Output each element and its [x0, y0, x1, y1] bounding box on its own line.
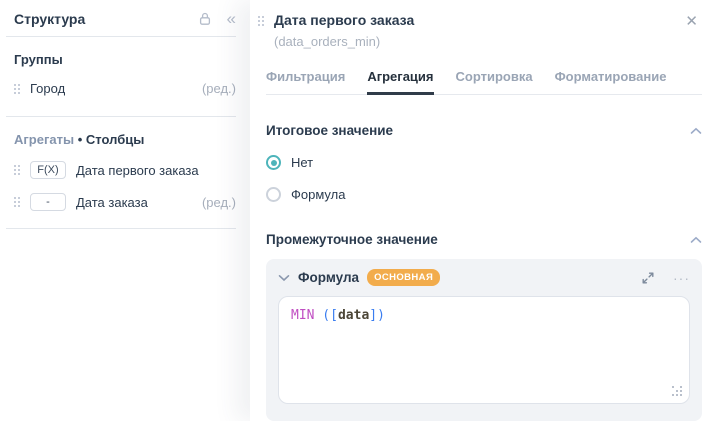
tab-filtration[interactable]: Фильтрация [266, 65, 345, 94]
drawer-title: Дата первого заказа [274, 12, 681, 28]
field-label: Город [30, 81, 65, 96]
expand-icon[interactable] [641, 271, 655, 285]
radio-option-formula[interactable]: Формула [266, 187, 702, 202]
aggregates-section-title: Агрегаты • Столбцы [0, 117, 250, 147]
chevron-down-icon[interactable] [278, 274, 290, 282]
separator-dot: • [78, 132, 83, 147]
chevron-up-icon[interactable] [690, 127, 702, 135]
drag-handle-icon[interactable] [14, 84, 20, 94]
list-item-gorod[interactable]: Город (ред.) [0, 67, 250, 96]
radio-selected-icon[interactable] [266, 155, 281, 170]
section-title: Итоговое значение [266, 123, 690, 138]
structure-sidebar: Структура « Группы Город (ред.) Агрегаты [0, 0, 250, 421]
more-options-icon[interactable]: ··· [673, 271, 690, 285]
sidebar-title: Структура [14, 11, 197, 27]
radio-unselected-icon[interactable] [266, 187, 281, 202]
radio-option-net[interactable]: Нет [266, 155, 702, 170]
drag-handle-icon[interactable] [14, 197, 20, 207]
code-function-token: MIN [291, 308, 314, 323]
lock-icon[interactable] [197, 11, 213, 27]
section-title: Промежуточное значение [266, 232, 690, 247]
code-close-bracket-token: ]) [369, 308, 385, 323]
formula-card-header: Формула ОСНОВНАЯ ··· [278, 269, 690, 286]
code-open-bracket-token: ([ [314, 308, 337, 323]
tab-aggregation[interactable]: Агрегация [367, 65, 433, 94]
columns-label: Столбцы [86, 132, 144, 147]
groups-section-title: Группы [0, 37, 250, 67]
chevron-up-icon[interactable] [690, 236, 702, 244]
settings-tabs: Фильтрация Агрегация Сортировка Форматир… [266, 65, 702, 95]
aggregation-type-badge[interactable]: F(X) [30, 161, 66, 179]
formula-code-line: MIN ([data]) [291, 308, 677, 323]
tab-formatting[interactable]: Форматирование [555, 65, 667, 94]
close-icon[interactable]: ✕ [681, 12, 702, 31]
radio-label: Формула [291, 187, 345, 202]
edit-link[interactable]: (ред.) [202, 195, 236, 210]
collapse-sidebar-icon[interactable]: « [227, 10, 236, 27]
dataset-field-editor: Структура « Группы Город (ред.) Агрегаты [0, 0, 718, 421]
radio-label: Нет [291, 155, 313, 170]
sidebar-header: Структура « [0, 0, 250, 36]
tab-sorting[interactable]: Сортировка [456, 65, 533, 94]
drag-handle-icon[interactable] [258, 16, 264, 26]
drawer-header: Дата первого заказа (data_orders_min) ✕ [256, 12, 702, 49]
list-item-data-pervogo-zakaza[interactable]: F(X) Дата первого заказа [0, 147, 250, 179]
formula-code-editor[interactable]: MIN ([data]) [278, 296, 690, 404]
field-label: Дата первого заказа [76, 163, 199, 178]
list-item-data-zakaza[interactable]: - Дата заказа (ред.) [0, 179, 250, 211]
formula-block-title: Формула [298, 270, 359, 285]
intermediate-value-section-header: Промежуточное значение [266, 232, 702, 247]
resize-handle-icon[interactable] [672, 386, 682, 396]
field-label: Дата заказа [76, 195, 148, 210]
total-value-section-header: Итоговое значение [266, 123, 702, 138]
field-settings-drawer: Дата первого заказа (data_orders_min) ✕ … [250, 0, 718, 421]
primary-badge: ОСНОВНАЯ [367, 269, 440, 286]
code-field-token: data [338, 308, 369, 323]
drawer-subtitle: (data_orders_min) [274, 34, 681, 49]
edit-link[interactable]: (ред.) [202, 81, 236, 96]
sidebar-divider [6, 228, 236, 229]
aggregation-type-badge[interactable]: - [30, 193, 66, 211]
aggregates-label: Агрегаты [14, 132, 74, 147]
formula-card: Формула ОСНОВНАЯ ··· MIN ([data]) [266, 259, 702, 421]
drag-handle-icon[interactable] [14, 165, 20, 175]
